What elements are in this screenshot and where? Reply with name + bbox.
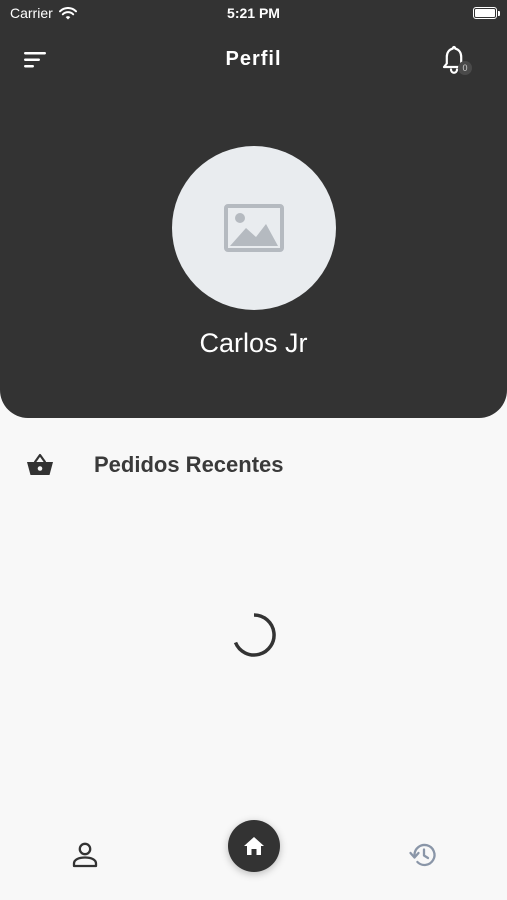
history-icon <box>409 843 436 867</box>
bottom-nav <box>0 820 507 900</box>
loading-spinner <box>233 613 276 657</box>
profile-screen: Perfil 0 Carlos Jr Carrier 5:21 PM Pedid… <box>0 0 507 900</box>
battery-icon <box>473 7 500 19</box>
nav-history-button[interactable] <box>408 840 438 870</box>
battery-level <box>475 9 495 17</box>
profile-name: Carlos Jr <box>199 328 308 358</box>
person-outline-icon <box>72 842 98 868</box>
notification-count-badge: 0 <box>458 61 472 75</box>
status-time: 5:21 PM <box>227 5 280 21</box>
page-title: Perfil <box>225 48 282 70</box>
home-icon <box>244 837 264 855</box>
image-placeholder-icon <box>224 204 284 252</box>
shopping-basket-icon <box>27 453 53 475</box>
profile-header: Perfil 0 Carlos Jr <box>0 0 507 418</box>
nav-home-button[interactable] <box>228 820 280 872</box>
notifications-button[interactable]: 0 <box>439 44 472 76</box>
recent-orders-title: Pedidos Recentes <box>94 452 284 477</box>
nav-profile-button[interactable] <box>70 840 100 870</box>
avatar[interactable] <box>172 146 336 310</box>
status-bar: Carrier 5:21 PM <box>0 0 507 28</box>
recent-orders-header: Pedidos Recentes <box>0 446 507 486</box>
